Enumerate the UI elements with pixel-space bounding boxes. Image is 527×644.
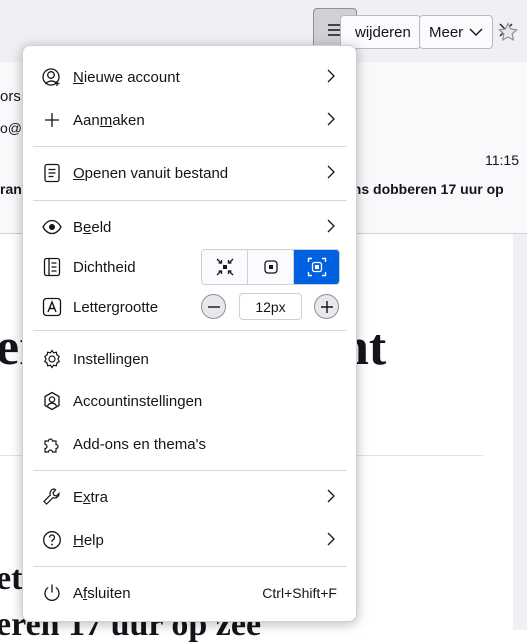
puzzle-icon — [41, 433, 63, 455]
app-menu-panel: Nieuwe account Aanmaken Openen vanuit be… — [22, 45, 357, 622]
subject-fragment-right: ens dobberen 17 uur op — [345, 181, 504, 197]
delete-button-label: wijderen — [355, 23, 411, 41]
quit-label: sluiten — [87, 584, 131, 602]
quit-shortcut: Ctrl+Shift+F — [262, 585, 337, 601]
scrollbar[interactable] — [513, 234, 527, 630]
font-size-increase-button[interactable] — [314, 294, 339, 319]
tools-accel: x — [83, 488, 91, 506]
plus-icon — [320, 300, 333, 313]
font-size-decrease-button[interactable] — [201, 294, 226, 319]
chevron-right-icon — [327, 489, 335, 503]
new-account-label: ieuwe account — [83, 68, 180, 86]
create-label: aken — [112, 111, 145, 129]
article-text-fragment: et — [0, 560, 23, 597]
chevron-right-icon — [327, 219, 335, 233]
open-file-label: penen vanuit bestand — [84, 164, 229, 182]
menu-item-view[interactable]: Beeld — [32, 209, 348, 245]
more-button[interactable]: Meer — [419, 15, 494, 49]
addons-label: Add-ons en thema's — [73, 435, 206, 453]
menu-item-addons[interactable]: Add-ons en thema's — [32, 426, 348, 462]
tools-label-pre: E — [73, 488, 84, 506]
open-file-accel: O — [73, 164, 85, 182]
view-label-pre: B — [73, 218, 84, 236]
star-icon — [498, 22, 518, 42]
power-icon — [41, 582, 63, 604]
chevron-down-icon — [469, 28, 483, 36]
menu-separator — [33, 470, 347, 471]
density-compact-button[interactable] — [202, 250, 248, 284]
menu-item-open-file[interactable]: Openen vanuit bestand — [32, 155, 348, 191]
font-size-icon — [41, 296, 63, 318]
menu-item-tools[interactable]: Extra — [32, 479, 348, 515]
eye-icon — [41, 216, 63, 238]
density-normal-button[interactable] — [248, 250, 294, 284]
tools-label: tra — [90, 488, 109, 506]
chevron-right-icon — [327, 165, 335, 179]
subject-fragment-left: ran — [0, 181, 22, 197]
density-icon — [41, 256, 63, 278]
menu-item-account-settings[interactable]: Accountinstellingen — [32, 383, 348, 419]
density-touch-icon — [307, 257, 326, 277]
menu-separator — [33, 566, 347, 567]
help-accel: H — [73, 531, 84, 549]
chevron-right-icon — [327, 112, 335, 126]
menu-separator — [33, 146, 347, 147]
menu-separator — [33, 330, 347, 331]
create-accel: m — [99, 111, 113, 129]
more-button-label: Meer — [429, 23, 464, 41]
new-account-icon — [41, 66, 63, 88]
menu-item-quit[interactable]: Afsluiten Ctrl+Shift+F — [32, 575, 348, 611]
menu-separator — [33, 200, 347, 201]
density-compact-icon — [216, 258, 233, 276]
font-size-label: Lettergrootte — [73, 298, 159, 316]
gear-icon — [41, 348, 63, 370]
density-touch-button[interactable] — [294, 250, 339, 284]
new-account-accel: N — [73, 68, 84, 86]
chevron-right-icon — [327, 532, 335, 546]
chevron-right-icon — [327, 69, 335, 83]
wrench-icon — [41, 486, 63, 508]
delete-button[interactable]: wijderen — [340, 15, 421, 49]
help-label: elp — [83, 531, 104, 549]
plus-icon — [41, 109, 63, 131]
quit-label-pre: A — [73, 584, 84, 602]
file-icon — [41, 162, 63, 184]
menu-item-create[interactable]: Aanmaken — [32, 102, 348, 138]
density-selector — [201, 249, 340, 285]
toolbar-text-fragment: ors — [0, 88, 21, 105]
density-normal-icon — [263, 260, 278, 274]
font-size-value[interactable]: 12px — [239, 293, 302, 320]
view-label: eld — [91, 218, 112, 236]
menu-item-settings[interactable]: Instellingen — [32, 341, 348, 377]
menu-item-help[interactable]: Help — [32, 522, 348, 558]
account-settings-icon — [41, 390, 63, 412]
create-label-pre: Aan — [73, 111, 100, 129]
message-time: 11:15 — [485, 152, 519, 168]
star-button[interactable] — [498, 22, 518, 47]
help-icon — [41, 529, 63, 551]
minus-icon — [207, 305, 220, 308]
density-label: Dichtheid — [73, 258, 136, 276]
account-settings-label: Accountinstellingen — [73, 392, 203, 410]
menu-item-new-account[interactable]: Nieuwe account — [32, 59, 348, 95]
settings-label: Instellingen — [73, 350, 149, 368]
